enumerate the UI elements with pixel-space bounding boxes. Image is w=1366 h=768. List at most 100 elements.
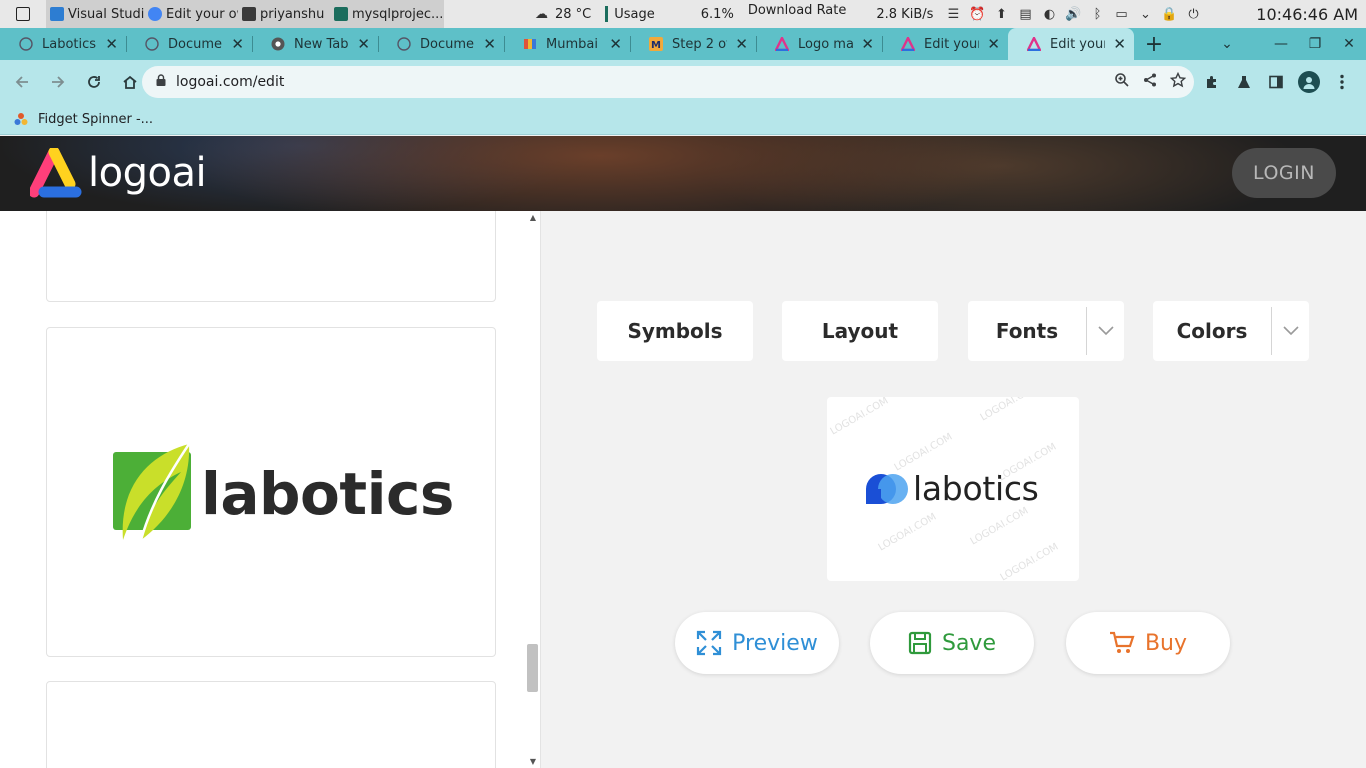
usage-value: 6.1% bbox=[700, 6, 734, 22]
left-panel-scrollbar[interactable]: ▲ ▼ bbox=[525, 211, 540, 768]
usage-label: Usage bbox=[614, 6, 655, 22]
weather-icon: ☁ bbox=[535, 6, 548, 22]
taskbar-app-chrome[interactable]: Edit your ow bbox=[144, 0, 238, 28]
tab-title: Labotics bbox=[42, 36, 97, 52]
sliders-icon[interactable]: ☰ bbox=[946, 7, 961, 22]
browser-tab[interactable]: Logo mak ✕ bbox=[756, 28, 882, 60]
side-panel-icon[interactable] bbox=[1266, 72, 1286, 92]
bookmark-star-icon[interactable] bbox=[1169, 71, 1187, 92]
download-value: 2.8 KiB/s bbox=[876, 6, 934, 22]
close-tab-icon[interactable]: ✕ bbox=[231, 35, 244, 53]
scroll-down-arrow-icon[interactable]: ▼ bbox=[528, 757, 538, 766]
logo-variant-card[interactable] bbox=[46, 681, 496, 768]
close-tab-icon[interactable]: ✕ bbox=[735, 35, 748, 53]
preview-label: Preview bbox=[732, 630, 818, 656]
browser-tab[interactable]: Documen ✕ bbox=[378, 28, 504, 60]
browser-tab[interactable]: New Tab ✕ bbox=[252, 28, 378, 60]
start-button[interactable] bbox=[0, 0, 46, 28]
buy-label: Buy bbox=[1144, 630, 1188, 656]
m-icon: M bbox=[648, 36, 664, 52]
fonts-button[interactable]: Fonts bbox=[968, 301, 1124, 361]
bluetooth-icon[interactable]: ᛒ bbox=[1090, 7, 1105, 22]
layout-button[interactable]: Layout bbox=[782, 301, 938, 361]
clock[interactable]: 10:46:46 AM bbox=[1256, 0, 1358, 28]
share-icon[interactable] bbox=[1142, 72, 1158, 92]
globe-icon bbox=[18, 36, 34, 52]
back-arrow-icon bbox=[15, 76, 28, 88]
alarm-icon[interactable]: ⏰ bbox=[969, 7, 985, 22]
close-window-icon[interactable]: ✕ bbox=[1332, 36, 1366, 52]
symbols-button[interactable]: Symbols bbox=[597, 301, 753, 361]
watermark: LOGOAI.COM bbox=[828, 397, 891, 438]
weather-temp: 28 °C bbox=[555, 6, 592, 22]
back-button[interactable] bbox=[6, 66, 38, 98]
preview-brand-text: labotics bbox=[913, 469, 1039, 508]
chevron-down-icon[interactable]: ⌄ bbox=[1138, 7, 1153, 22]
labs-flask-icon[interactable] bbox=[1234, 72, 1254, 92]
chevron-down-icon[interactable] bbox=[1086, 307, 1124, 355]
close-tab-icon[interactable]: ✕ bbox=[1113, 35, 1126, 53]
fonts-label: Fonts bbox=[995, 319, 1059, 343]
browser-tab[interactable]: Edit your ✕ bbox=[882, 28, 1008, 60]
address-bar[interactable]: logoai.com/edit bbox=[142, 66, 1194, 98]
taskbar-app-vscode[interactable]: Visual Studi bbox=[46, 0, 144, 28]
browser-toolbar: logoai.com/edit bbox=[0, 60, 1366, 104]
clipboard-icon[interactable]: ▤ bbox=[1018, 7, 1033, 22]
logoai-mark-icon bbox=[30, 148, 82, 198]
scroll-up-arrow-icon[interactable]: ▲ bbox=[528, 213, 538, 222]
menu-kebab-icon[interactable] bbox=[1332, 72, 1352, 92]
new-tab-button[interactable]: + bbox=[1134, 28, 1174, 60]
browser-tab[interactable]: Labotics ✕ bbox=[0, 28, 126, 60]
logo-preview-canvas: LOGOAI.COM LOGOAI.COM LOGOAI.COM LOGOAI.… bbox=[827, 397, 1079, 581]
power-icon[interactable]: ⏻ bbox=[1186, 7, 1201, 22]
taskbar-app-mysql[interactable]: mysqlprojec... bbox=[330, 0, 444, 28]
forward-button[interactable] bbox=[42, 66, 74, 98]
close-tab-icon[interactable]: ✕ bbox=[861, 35, 874, 53]
scrollbar-thumb[interactable] bbox=[527, 644, 538, 692]
extensions-icon[interactable] bbox=[1202, 72, 1222, 92]
brand-name: logoai bbox=[88, 150, 207, 196]
tab-title: Edit your bbox=[1050, 36, 1106, 52]
preview-button[interactable]: Preview bbox=[675, 612, 839, 674]
reload-icon bbox=[88, 76, 100, 88]
close-tab-icon[interactable]: ✕ bbox=[483, 35, 496, 53]
night-mode-icon[interactable]: ◐ bbox=[1042, 7, 1057, 22]
logo-variants-list: labotics ▲ ▼ bbox=[0, 211, 541, 768]
update-icon[interactable]: ⬆ bbox=[994, 7, 1009, 22]
site-logo[interactable]: logoai bbox=[30, 146, 207, 200]
bookmarks-bar: Fidget Spinner -... bbox=[0, 104, 1366, 135]
network-icon[interactable]: ▭ bbox=[1114, 7, 1129, 22]
logo-variant-card[interactable] bbox=[46, 211, 496, 302]
colors-button[interactable]: Colors bbox=[1153, 301, 1309, 361]
watermark: LOGOAI.COM bbox=[998, 541, 1061, 581]
lock-icon[interactable] bbox=[156, 74, 166, 90]
logo-variant-card[interactable]: labotics bbox=[46, 327, 496, 657]
bookmark-item[interactable]: Fidget Spinner -... bbox=[14, 112, 153, 127]
browser-tab-active[interactable]: Edit your ✕ bbox=[1008, 28, 1134, 60]
taskbar-app-label: mysqlprojec... bbox=[352, 6, 444, 22]
login-button[interactable]: LOGIN bbox=[1232, 148, 1336, 198]
tab-search-icon[interactable]: ⌄ bbox=[1210, 36, 1244, 52]
lock-icon[interactable]: 🔒 bbox=[1161, 7, 1177, 22]
browser-tab[interactable]: M Step 2 of ✕ bbox=[630, 28, 756, 60]
url-text[interactable]: logoai.com/edit bbox=[176, 74, 284, 90]
card-brand-text: labotics bbox=[201, 460, 454, 528]
close-tab-icon[interactable]: ✕ bbox=[987, 35, 1000, 53]
browser-tab[interactable]: Documen ✕ bbox=[126, 28, 252, 60]
watermark: LOGOAI.COM bbox=[978, 397, 1041, 424]
reload-button[interactable] bbox=[78, 66, 110, 98]
zoom-icon[interactable] bbox=[1114, 72, 1130, 92]
buy-button[interactable]: Buy bbox=[1066, 612, 1230, 674]
taskbar-app-terminal[interactable]: priyanshu : bbox=[238, 0, 330, 28]
close-tab-icon[interactable]: ✕ bbox=[609, 35, 622, 53]
chevron-down-icon[interactable] bbox=[1271, 307, 1309, 355]
close-tab-icon[interactable]: ✕ bbox=[105, 35, 118, 53]
close-tab-icon[interactable]: ✕ bbox=[357, 35, 370, 53]
browser-tab[interactable]: Mumbai f ✕ bbox=[504, 28, 630, 60]
tab-title: Documen bbox=[420, 36, 475, 52]
volume-icon[interactable]: 🔊 bbox=[1065, 7, 1081, 22]
minimize-icon[interactable]: — bbox=[1264, 36, 1298, 52]
save-button[interactable]: Save bbox=[870, 612, 1034, 674]
profile-avatar-icon[interactable] bbox=[1298, 71, 1320, 93]
maximize-icon[interactable]: ❐ bbox=[1298, 36, 1332, 52]
